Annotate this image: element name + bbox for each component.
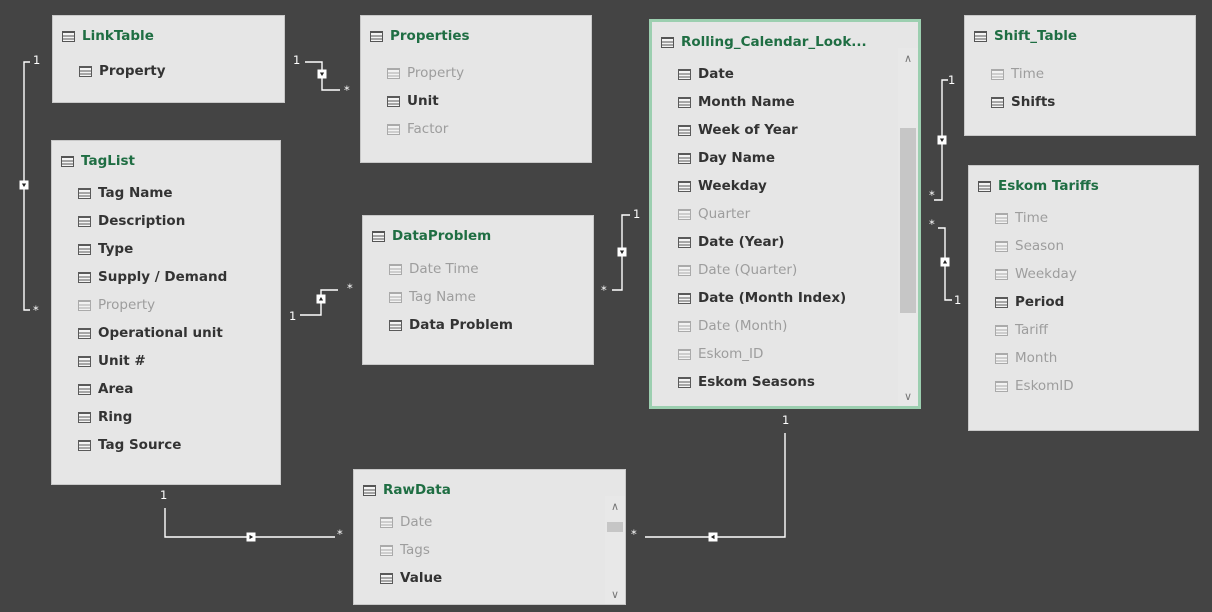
filter-direction-icon [317,69,327,79]
relationship-lines [19,61,952,542]
relationship-calendar-rawdata[interactable] [645,433,786,542]
relationship-calendar-dataproblem[interactable] [612,214,630,291]
relationship-taglist-linktable[interactable] [19,61,30,311]
cardinality-one: 1 [948,73,956,87]
relationship-taglist-rawdata[interactable] [164,508,335,542]
relationship-shift-calendar[interactable] [934,79,948,201]
cardinality-many: * [631,527,637,541]
cardinality-many: * [929,188,935,202]
cardinality-one: 1 [160,488,168,502]
cardinality-many: * [337,527,343,541]
cardinality-one: 1 [289,309,297,323]
cardinality-one: 1 [293,53,301,67]
cardinality-many: * [601,283,607,297]
cardinality-many: * [929,217,935,231]
cardinality-one: 1 [633,207,641,221]
diagram-canvas[interactable]: LinkTable Property Properties Property Unit F… [0,0,1212,612]
filter-direction-icon [708,532,718,542]
cardinality-one: 1 [782,413,790,427]
relationship-taglist-dataproblem[interactable] [300,289,338,316]
filter-direction-icon [940,257,950,267]
relationship-linktable-properties[interactable] [305,61,340,91]
cardinality-one: 1 [954,293,962,307]
cardinality-many: * [344,83,350,97]
filter-direction-icon [937,135,947,145]
cardinality-many: * [33,303,39,317]
filter-direction-icon [246,532,256,542]
cardinality-many: * [347,281,353,295]
filter-direction-icon [617,247,627,257]
filter-direction-icon [316,294,326,304]
relationship-eskom-calendar[interactable] [938,227,952,301]
relationship-line[interactable] [645,433,786,538]
filter-direction-icon [19,180,29,190]
cardinality-one: 1 [33,53,41,67]
